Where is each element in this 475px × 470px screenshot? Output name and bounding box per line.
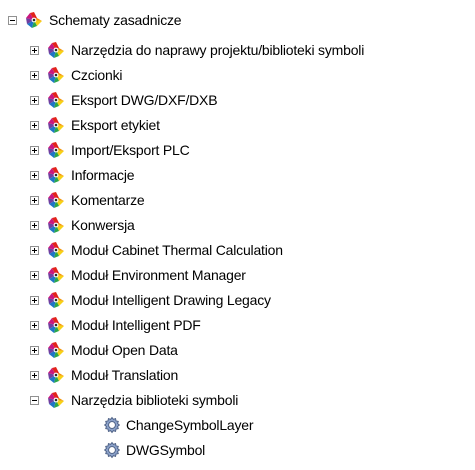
expand-toggle[interactable] <box>30 295 39 305</box>
tree-node-label: Konwersja <box>71 217 135 233</box>
expand-toggle[interactable] <box>30 320 39 330</box>
tree-node-drawing-legacy[interactable]: Moduł Intelligent Drawing Legacy <box>30 289 271 311</box>
tree-node-fonts[interactable]: Czcionki <box>30 64 123 86</box>
solidworks-electrical-icon <box>48 242 64 258</box>
solidworks-electrical-icon <box>48 367 64 383</box>
solidworks-electrical-icon <box>48 167 64 183</box>
tree-view[interactable]: Schematy zasadnicze Narzędzia do naprawy… <box>0 0 475 470</box>
expand-toggle[interactable] <box>30 370 39 380</box>
collapse-toggle[interactable] <box>30 395 39 405</box>
solidworks-electrical-icon <box>26 12 42 28</box>
collapse-toggle-root[interactable] <box>8 15 17 25</box>
tree-node-label: Komentarze <box>71 192 145 208</box>
expand-toggle[interactable] <box>30 170 39 180</box>
expand-toggle[interactable] <box>30 245 39 255</box>
tree-node-conversion[interactable]: Konwersja <box>30 214 135 236</box>
tree-node-label: Moduł Environment Manager <box>71 267 246 283</box>
expand-toggle[interactable] <box>30 120 39 130</box>
expand-toggle[interactable] <box>30 195 39 205</box>
solidworks-electrical-icon <box>48 392 64 408</box>
tree-node-export-dwg[interactable]: Eksport DWG/DXF/DXB <box>30 89 218 111</box>
expand-toggle[interactable] <box>30 220 39 230</box>
tree-node-label: Moduł Open Data <box>71 342 178 358</box>
tree-node-label: Moduł Intelligent PDF <box>71 317 201 333</box>
solidworks-electrical-icon <box>48 117 64 133</box>
tree-node-label: Schematy zasadnicze <box>49 12 182 28</box>
tree-node-environment[interactable]: Moduł Environment Manager <box>30 264 246 286</box>
tree-node-label: DWGSymbol <box>126 442 206 458</box>
solidworks-electrical-icon <box>48 42 64 58</box>
tree-node-thermal[interactable]: Moduł Cabinet Thermal Calculation <box>30 239 283 261</box>
solidworks-electrical-icon <box>48 317 64 333</box>
tree-node-label: ChangeSymbolLayer <box>126 417 254 433</box>
tree-node-open-data[interactable]: Moduł Open Data <box>30 339 178 361</box>
solidworks-electrical-icon <box>48 142 64 158</box>
expand-toggle[interactable] <box>30 270 39 280</box>
tree-node-label: Narzędzia biblioteki symboli <box>71 392 239 408</box>
tree-node-translation[interactable]: Moduł Translation <box>30 364 178 386</box>
expand-toggle[interactable] <box>30 45 39 55</box>
tree-node-repair-tools[interactable]: Narzędzia do naprawy projektu/biblioteki… <box>30 39 364 61</box>
tree-node-dwg-symbol[interactable]: DWGSymbol <box>103 439 205 461</box>
solidworks-electrical-icon <box>48 92 64 108</box>
tree-node-comments[interactable]: Komentarze <box>30 189 145 211</box>
tree-node-plc[interactable]: Import/Eksport PLC <box>30 139 190 161</box>
expand-toggle[interactable] <box>30 145 39 155</box>
tree-node-information[interactable]: Informacje <box>30 164 135 186</box>
tree-node-label: Moduł Cabinet Thermal Calculation <box>71 242 283 258</box>
solidworks-electrical-icon <box>48 192 64 208</box>
solidworks-electrical-icon <box>48 292 64 308</box>
expand-toggle[interactable] <box>30 345 39 355</box>
gear-icon <box>104 442 120 458</box>
tree-node-export-labels[interactable]: Eksport etykiet <box>30 114 160 136</box>
tree-node-label: Moduł Intelligent Drawing Legacy <box>71 292 271 308</box>
tree-node-label: Narzędzia do naprawy projektu/biblioteki… <box>71 42 365 58</box>
tree-node-change-symbol-layer[interactable]: ChangeSymbolLayer <box>103 414 254 436</box>
tree-node-intelligent-pdf[interactable]: Moduł Intelligent PDF <box>30 314 201 336</box>
expand-toggle[interactable] <box>30 70 39 80</box>
tree-node-label: Czcionki <box>71 67 123 83</box>
solidworks-electrical-icon <box>48 67 64 83</box>
tree-node-root[interactable]: Schematy zasadnicze <box>8 9 182 31</box>
solidworks-electrical-icon <box>48 217 64 233</box>
tree-node-label: Eksport DWG/DXF/DXB <box>71 92 218 108</box>
tree-node-label: Import/Eksport PLC <box>71 142 190 158</box>
tree-node-label: Eksport etykiet <box>71 117 160 133</box>
solidworks-electrical-icon <box>48 342 64 358</box>
tree-node-label: Moduł Translation <box>71 367 179 383</box>
tree-node-label: Informacje <box>71 167 135 183</box>
expand-toggle[interactable] <box>30 95 39 105</box>
tree-node-symbol-library-tools[interactable]: Narzędzia biblioteki symboli <box>30 389 238 411</box>
solidworks-electrical-icon <box>48 267 64 283</box>
gear-icon <box>104 417 120 433</box>
